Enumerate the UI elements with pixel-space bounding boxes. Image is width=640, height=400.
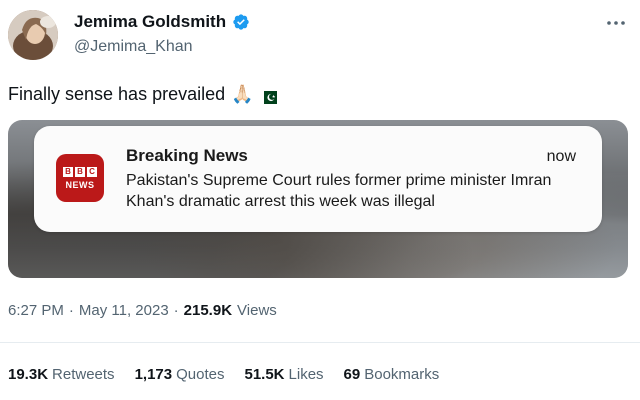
meta-separator: · [68,302,74,319]
tweet-meta: 6:27 PM · May 11, 2023 · 215.9K Views [8,302,277,319]
tweet-stats: 19.3K Retweets 1,173 Quotes 51.5K Likes … [8,366,439,383]
notification-title: Breaking News [126,146,248,165]
bookmarks-count: 69 [343,366,361,383]
views-count: 215.9K [183,302,233,319]
meta-separator: · [173,302,179,319]
author-display-name[interactable]: Jemima Goldsmith [74,12,226,32]
avatar-image [8,10,58,60]
bookmarks-label: Bookmarks [364,366,440,383]
pakistan-flag-icon [259,88,277,104]
more-horizontal-icon[interactable] [606,10,626,31]
tweet-text: Finally sense has prevailed 🙏🏻 [8,84,277,105]
retweets-stat[interactable]: 19.3K Retweets [8,366,115,383]
verified-badge-icon [232,13,250,31]
notification-body: Pakistan's Supreme Court rules former pr… [126,172,552,210]
notification-time: now [546,148,576,165]
author-handle[interactable]: @Jemima_Khan [74,38,193,56]
likes-count: 51.5K [244,366,285,383]
bbc-logo-news-text: NEWS [65,179,95,190]
tweet-time[interactable]: 6:27 PM [8,302,64,319]
divider [0,342,640,343]
praying-hands-emoji: 🙏🏻 [231,84,254,104]
bookmarks-stat[interactable]: 69 Bookmarks [344,366,440,383]
news-notification-card: B B C NEWS Breaking News now Pakistan's … [34,126,602,232]
quotes-count: 1,173 [134,366,173,383]
retweets-count: 19.3K [8,366,49,383]
bbc-news-logo: B B C NEWS [56,154,104,202]
avatar[interactable] [8,10,58,60]
tweet-text-content: Finally sense has prevailed [8,84,226,104]
bbc-logo-boxes: B B C [63,166,97,177]
views-label: Views [237,302,277,319]
quotes-stat[interactable]: 1,173 Quotes [135,366,225,383]
retweets-label: Retweets [52,366,115,383]
tweet: Jemima Goldsmith @Jemima_Khan Finally se… [0,0,640,400]
likes-label: Likes [288,366,324,383]
author-name-row: Jemima Goldsmith [74,12,250,32]
likes-stat[interactable]: 51.5K Likes [244,366,323,383]
tweet-date[interactable]: May 11, 2023 [79,302,169,319]
quotes-label: Quotes [176,366,225,383]
tweet-media-image[interactable]: B B C NEWS Breaking News now Pakistan's … [8,120,628,278]
